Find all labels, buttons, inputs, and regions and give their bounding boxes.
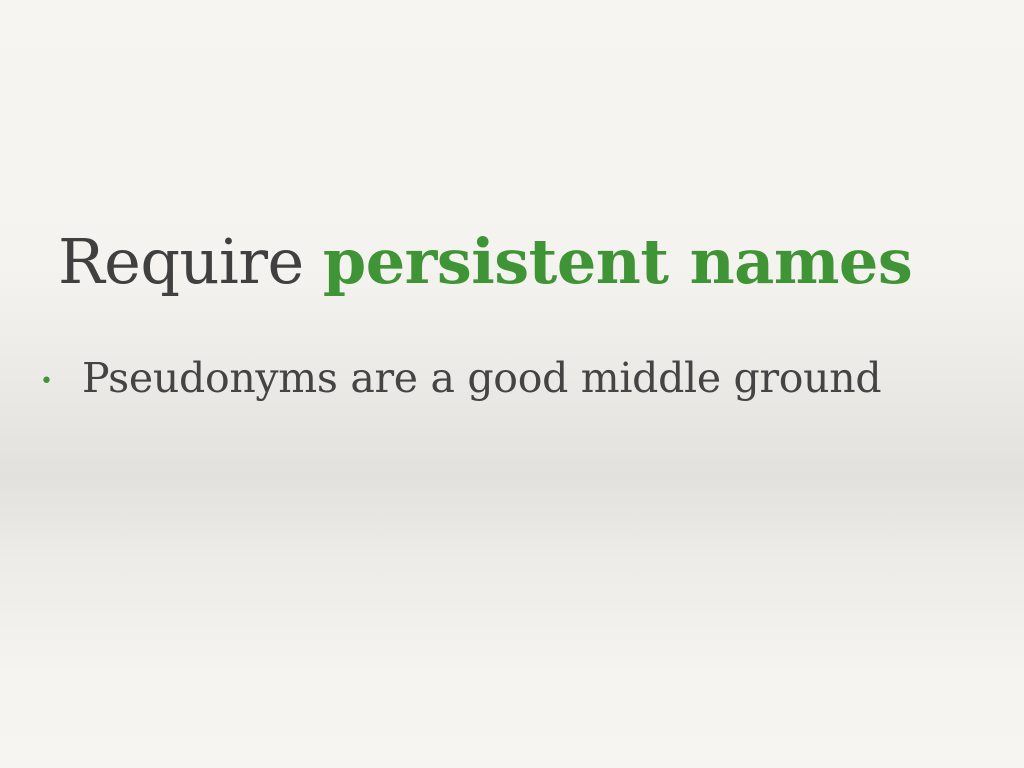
title-accent-text: persistent names — [322, 225, 913, 298]
title-plain-text: Require — [58, 225, 323, 298]
bullet-text: Pseudonyms are a good middle ground — [82, 354, 882, 402]
bullet-list: • Pseudonyms are a good middle ground — [40, 350, 882, 406]
bullet-item: • Pseudonyms are a good middle ground — [40, 350, 882, 406]
slide: Require persistent names • Pseudonyms ar… — [0, 0, 1024, 768]
slide-title: Require persistent names — [58, 222, 998, 302]
bullet-marker: • — [40, 369, 53, 394]
